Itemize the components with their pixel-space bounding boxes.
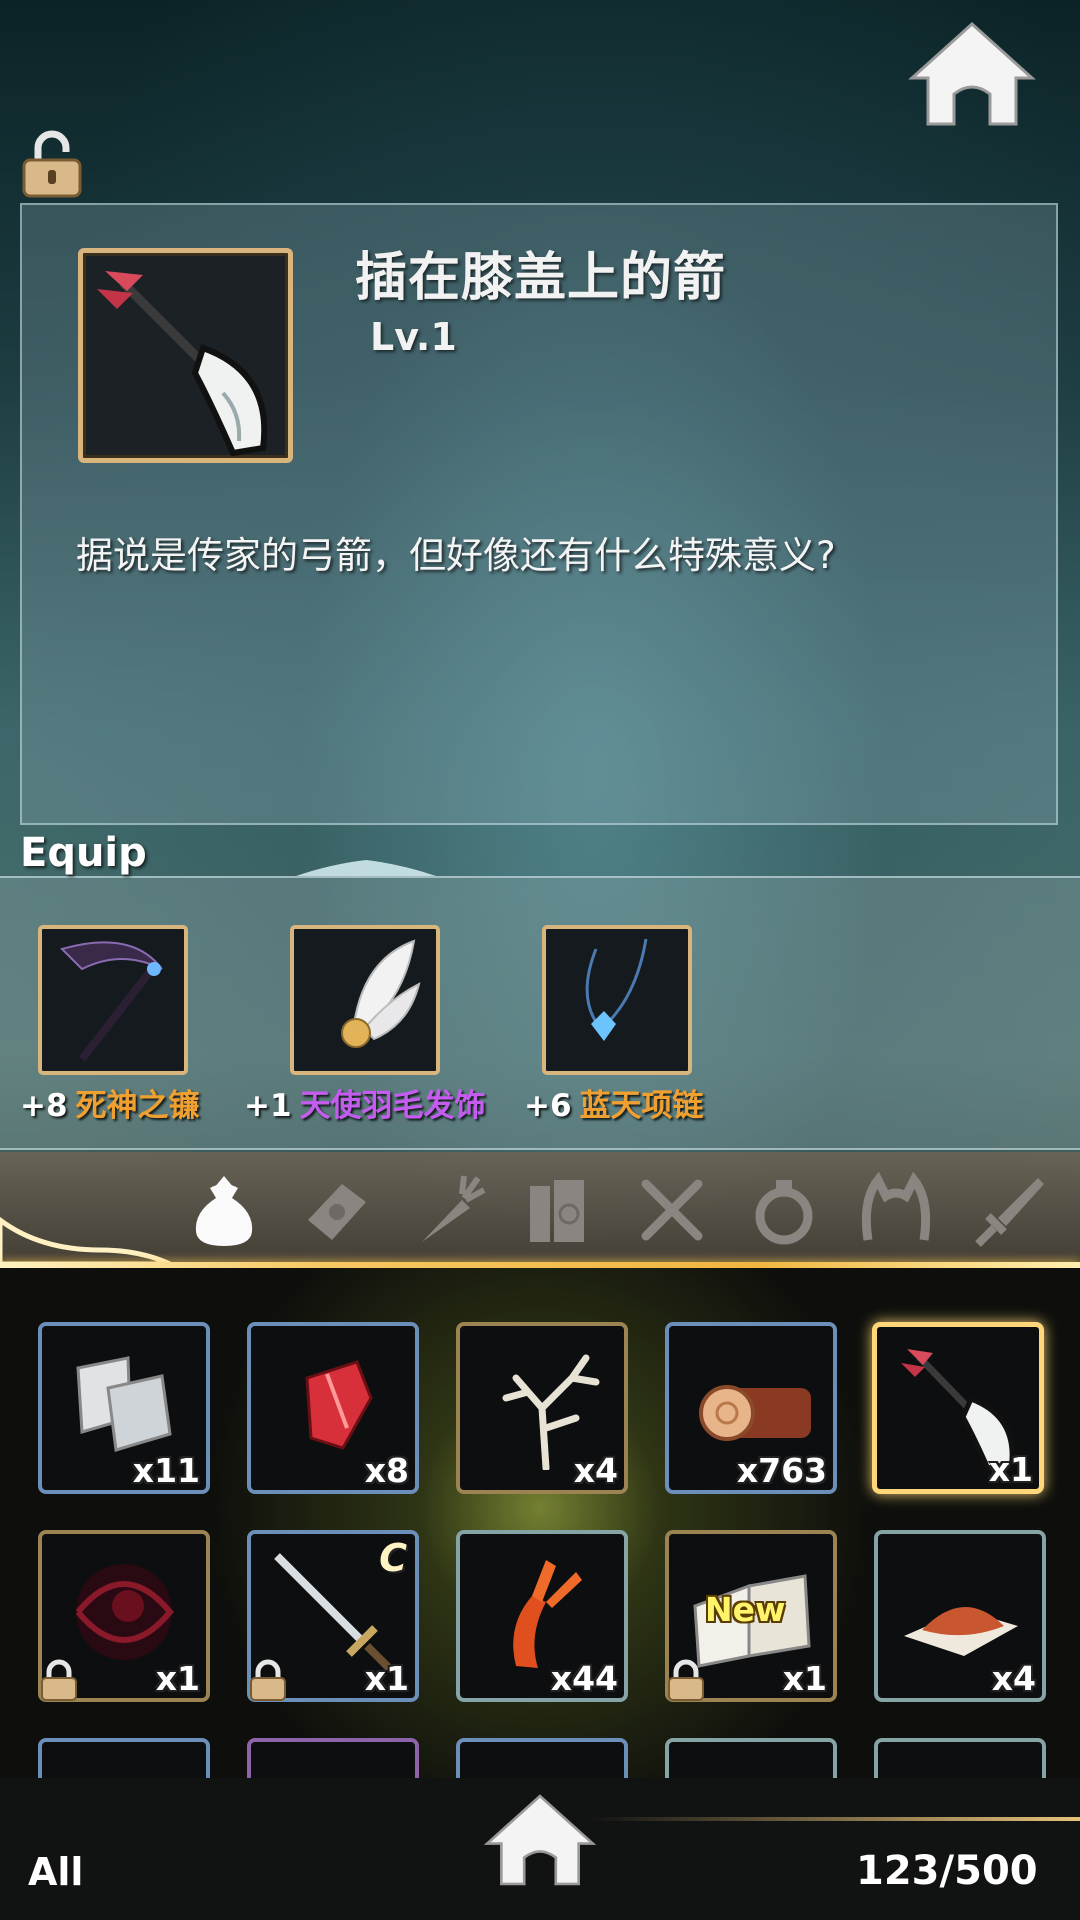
equip-label-weapon: +8 死神之镰 [20,1080,200,1125]
inventory-slot-selected[interactable]: x1 [872,1322,1044,1494]
books-icon[interactable] [520,1170,600,1250]
letter-icon[interactable] [296,1170,376,1250]
item-name: 插在膝盖上的箭 [355,248,727,308]
item-count: x4 [991,1659,1036,1698]
item-count: x1 [155,1659,200,1698]
equip-label-accessory: +6 蓝天项链 [524,1080,704,1125]
equip-title: Equip [20,830,147,876]
inventory-slot[interactable]: New x1 [665,1530,837,1702]
utensils-icon[interactable] [632,1170,712,1250]
equip-item-name: 蓝天项链 [579,1088,704,1124]
equip-plus-value: +6 [524,1088,572,1124]
feather-hairpin-icon [341,939,421,1048]
item-level: Lv.1 [370,315,457,359]
blue-necklace-icon [585,938,648,1041]
item-count: x44 [550,1659,618,1698]
inventory-slot[interactable] [38,1738,210,1778]
inventory-slot[interactable]: x44 [456,1530,628,1702]
inventory-slot[interactable]: x11 [38,1322,210,1494]
bag-icon[interactable] [184,1170,264,1250]
new-tag: New [705,1590,786,1629]
equip-label-hair: +1 天使羽毛发饰 [244,1080,486,1125]
inventory-slot[interactable] [874,1738,1046,1778]
equip-divider-ornament [296,858,436,886]
sword-icon[interactable] [968,1170,1048,1250]
equip-plus-value: +1 [244,1088,292,1124]
inventory-slot[interactable] [456,1738,628,1778]
equip-item-name: 天使羽毛发饰 [299,1088,486,1124]
filter-button[interactable]: All [28,1850,83,1894]
inventory-slot[interactable]: x763 [665,1322,837,1494]
equip-slot-accessory[interactable] [542,925,692,1075]
inventory-slot[interactable]: x8 [247,1322,419,1494]
carrot-icon[interactable] [408,1170,488,1250]
unlock-icon[interactable] [20,128,84,204]
item-count: x763 [736,1451,827,1490]
grade-badge: C [379,1536,407,1580]
inventory-capacity: 123/500 [856,1848,1038,1894]
item-count: x1 [364,1659,409,1698]
home-icon[interactable] [906,18,1038,130]
headband-icon[interactable] [856,1170,936,1250]
equip-item-name: 死神之镰 [75,1088,200,1124]
inventory-slot[interactable]: C x1 [247,1530,419,1702]
item-portrait-frame [78,248,293,463]
equip-slot-weapon[interactable] [38,925,188,1075]
home-icon[interactable] [482,1790,598,1890]
inventory-slot[interactable] [665,1738,837,1778]
bottom-gold-line [590,1817,1080,1821]
inventory-slot[interactable]: x4 [456,1322,628,1494]
inventory-grid: x11 x8 x4 x763 x1 x1 C x1 x44 New x1 x4 [0,1268,1080,1778]
item-count: x11 [132,1451,200,1490]
item-description: 据说是传家的弓箭，但好像还有什么特殊意义? [76,534,836,577]
inventory-slot[interactable]: x1 [38,1530,210,1702]
category-bar-swirl [0,1180,180,1274]
equip-plus-value: +8 [20,1088,68,1124]
item-count: x4 [573,1451,618,1490]
equip-slot-hair[interactable] [290,925,440,1075]
lock-icon [41,1659,77,1701]
item-count: x1 [988,1450,1033,1489]
lock-icon [250,1659,286,1701]
scythe-icon [60,941,163,1062]
item-count: x1 [782,1659,827,1698]
inventory-slot[interactable] [247,1738,419,1778]
ring-icon[interactable] [744,1170,824,1250]
lock-icon [668,1659,704,1701]
item-count: x8 [364,1451,409,1490]
arrow-icon [97,271,268,457]
inventory-slot[interactable]: x4 [874,1530,1046,1702]
